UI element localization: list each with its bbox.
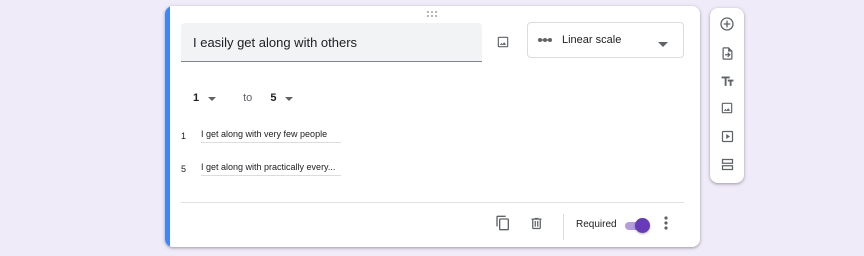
scale-max-value[interactable]: 5 [270, 92, 276, 104]
delete-icon[interactable] [526, 213, 546, 233]
question-card[interactable]: I easily get along with others Linear sc… [165, 6, 700, 247]
scale-label-number: 5 [181, 164, 187, 174]
drag-handle-icon[interactable] [427, 11, 439, 19]
question-title-input[interactable]: I easily get along with others [181, 23, 482, 62]
floating-toolbar [710, 8, 744, 183]
scale-label-number: 1 [181, 131, 187, 141]
scale-label-row-max: 5 I get along with practically every... [181, 159, 341, 179]
more-options-icon[interactable] [658, 213, 674, 233]
add-image-icon[interactable] [717, 98, 737, 118]
add-image-to-question-icon[interactable] [493, 32, 513, 52]
chevron-down-icon [658, 38, 668, 50]
linear-scale-icon [538, 36, 552, 44]
scale-min-value[interactable]: 1 [193, 92, 199, 104]
scale-label-row-min: 1 I get along with very few people [181, 126, 341, 146]
import-questions-icon[interactable] [717, 43, 737, 63]
footer-separator [563, 214, 564, 240]
required-label: Required [576, 219, 617, 230]
scale-min-dropdown-icon[interactable] [208, 92, 217, 104]
add-question-icon[interactable] [717, 14, 737, 34]
question-type-label: Linear scale [562, 34, 622, 46]
question-type-dropdown[interactable]: Linear scale [527, 22, 684, 58]
duplicate-icon[interactable] [493, 213, 513, 233]
add-title-icon[interactable] [717, 71, 737, 91]
scale-max-dropdown-icon[interactable] [285, 92, 294, 104]
add-video-icon[interactable] [717, 126, 737, 146]
add-section-icon[interactable] [717, 154, 737, 174]
scale-range-row: 1 to 5 [193, 88, 294, 108]
required-toggle[interactable] [623, 218, 651, 234]
scale-label-input[interactable]: I get along with practically every... [201, 162, 341, 176]
scale-label-input[interactable]: I get along with very few people [201, 129, 341, 143]
question-title-text: I easily get along with others [193, 34, 358, 50]
active-card-indicator [165, 6, 170, 247]
scale-to-label: to [243, 92, 253, 104]
footer-divider [181, 202, 684, 203]
